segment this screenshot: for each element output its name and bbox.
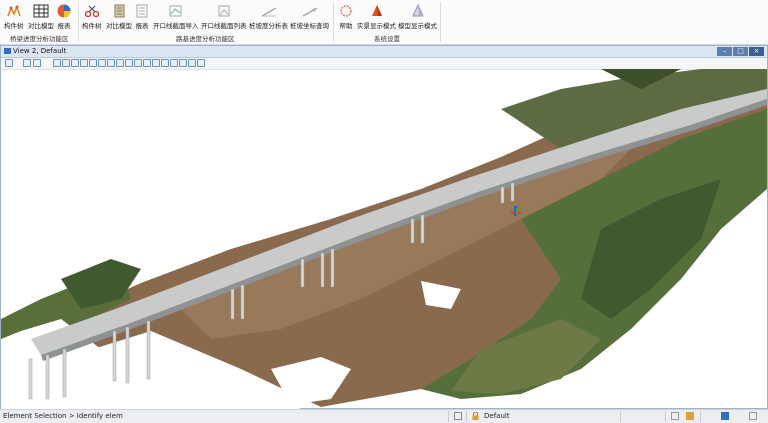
3d-scene-viewport[interactable] (1, 69, 767, 409)
view-attributes-icon[interactable] (5, 59, 13, 67)
reality-mode-icon (369, 3, 385, 19)
zoom-in-icon[interactable] (53, 59, 61, 67)
bridge-group-label: 桥梁进度分析功能区 (10, 35, 69, 43)
display-style-icon[interactable] (197, 59, 205, 67)
window-controls: – □ × (717, 47, 764, 56)
compare-model-icon (111, 3, 127, 19)
status-divider (665, 411, 666, 422)
model-mode-button[interactable]: 模型显示模式 (398, 0, 437, 30)
group-separator (333, 2, 334, 42)
bridge-compare-model-button[interactable]: 对比模型 (28, 0, 54, 30)
previous-view-icon[interactable] (116, 59, 124, 67)
slope-analysis-button[interactable]: 桩坡度分析表 (249, 0, 288, 30)
home-icon[interactable] (686, 412, 694, 420)
dropdown-arrow-icon[interactable] (15, 59, 20, 67)
bridge-report-button[interactable]: 报表 (56, 0, 72, 30)
status-divider (448, 411, 449, 422)
help-button[interactable]: 帮助 (338, 0, 354, 30)
system-group-label: 系统设置 (374, 35, 400, 43)
section-import-icon (168, 3, 184, 19)
roadbed-compare-model-button[interactable]: 对比模型 (106, 0, 132, 30)
settings-icon[interactable] (749, 412, 757, 420)
section-list-button[interactable]: 开口线截面列表 (201, 0, 247, 30)
render-mode-icon[interactable] (161, 59, 169, 67)
roadbed-report-button[interactable]: 报表 (134, 0, 150, 30)
status-bar: Element Selection > Identify elem Defaul… (0, 409, 768, 423)
group-separator (440, 2, 441, 42)
view-rotation-icon[interactable] (143, 59, 151, 67)
restore-button[interactable]: □ (733, 47, 748, 56)
help-icon (338, 3, 354, 19)
window-area-icon[interactable] (71, 59, 79, 67)
view-window: View 2, Default – □ × (0, 45, 768, 409)
fit-view-icon[interactable] (80, 59, 88, 67)
bridge-reality-mesh (1, 69, 767, 409)
coordinate-query-button[interactable]: 桩坡坐标查询 (290, 0, 329, 30)
update-view-icon[interactable] (23, 59, 31, 67)
snap-icon[interactable] (454, 412, 462, 420)
walk-icon[interactable] (107, 59, 115, 67)
compare-model-icon (33, 3, 49, 19)
ribbon: 构件树 对比模型 报表 桥梁进度分析功能区 构件树 对比模型 报表 开口线截面导… (0, 0, 768, 45)
structure-tree-icon (84, 3, 100, 19)
structure-tree-icon (6, 3, 22, 19)
view-settings-icon[interactable] (188, 59, 196, 67)
minimize-button[interactable]: – (717, 47, 732, 56)
section-import-button[interactable]: 开口线截面导入 (153, 0, 199, 30)
pan-view-icon[interactable] (98, 59, 106, 67)
roadbed-group-label: 路基进度分析功能区 (176, 35, 235, 43)
view-title: View 2, Default (13, 47, 67, 55)
next-view-icon[interactable] (125, 59, 133, 67)
slope-analysis-icon (261, 3, 277, 19)
reality-mode-button[interactable]: 实景显示模式 (357, 0, 396, 30)
report-icon (56, 3, 72, 19)
view-link-icon[interactable] (721, 412, 729, 420)
clip-mask-icon[interactable] (179, 59, 187, 67)
group-separator (78, 2, 79, 42)
active-model[interactable]: Default (484, 412, 510, 420)
rotate-view-icon[interactable] (89, 59, 97, 67)
view-icon (4, 48, 11, 54)
status-divider (466, 411, 467, 422)
section-list-icon (216, 3, 232, 19)
view-title-bar: View 2, Default – □ × (1, 46, 767, 58)
status-divider (700, 411, 701, 422)
lock-icon[interactable] (472, 411, 479, 420)
message-center-icon[interactable] (671, 412, 679, 420)
model-mode-icon (410, 3, 426, 19)
close-button[interactable]: × (749, 47, 764, 56)
coordinate-query-icon (302, 3, 318, 19)
roadbed-structure-tree-button[interactable]: 构件树 (82, 0, 102, 30)
bridge-structure-tree-button[interactable]: 构件树 (4, 0, 24, 30)
status-divider (620, 411, 621, 422)
status-message: Element Selection > Identify elem (3, 412, 123, 420)
copy-view-icon[interactable] (134, 59, 142, 67)
clip-volume-icon[interactable] (170, 59, 178, 67)
zoom-out-icon[interactable] (62, 59, 70, 67)
report-icon (134, 3, 150, 19)
back-icon[interactable] (33, 59, 41, 67)
camera-icon[interactable] (152, 59, 160, 67)
